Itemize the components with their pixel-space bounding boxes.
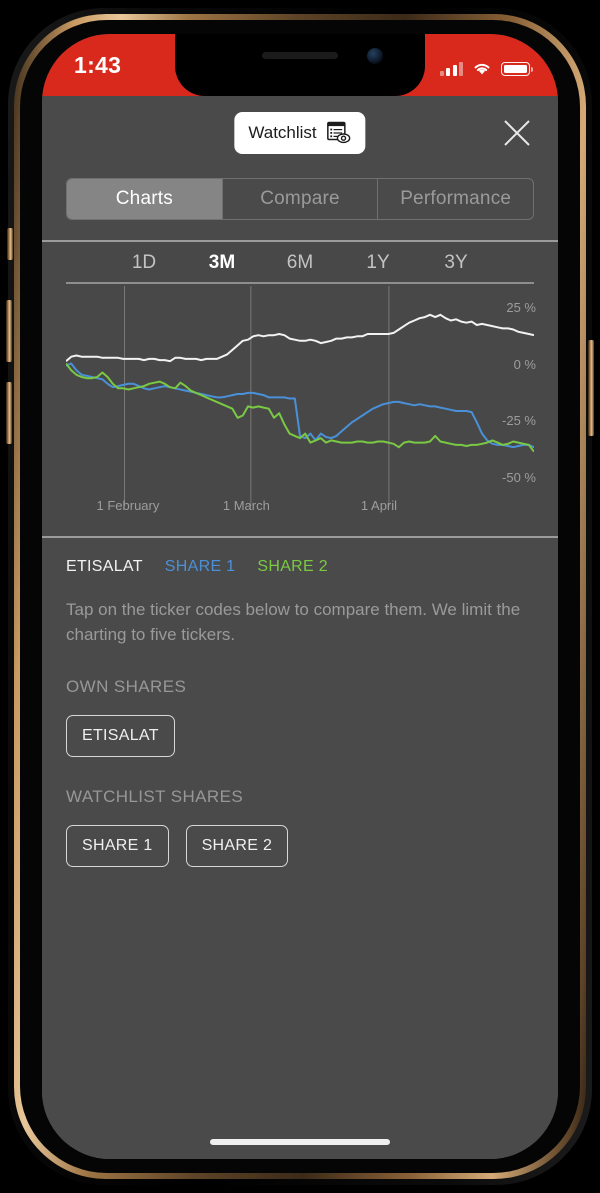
volume-down-button[interactable] bbox=[6, 382, 12, 444]
earpiece-speaker bbox=[262, 52, 338, 59]
app-container: Watchlist Charts Compare Performance 1D … bbox=[42, 96, 558, 1159]
ticker-content: ETISALAT SHARE 1 SHARE 2 Tap on the tick… bbox=[42, 538, 558, 1159]
chip-share-2[interactable]: SHARE 2 bbox=[185, 825, 289, 868]
watchlist-shares-chips[interactable]: SHARE 1 SHARE 2 bbox=[66, 825, 534, 868]
instructions-text: Tap on the ticker codes below to compare… bbox=[66, 600, 521, 644]
range-1y[interactable]: 1Y bbox=[339, 252, 417, 274]
tab-compare[interactable]: Compare bbox=[223, 179, 379, 219]
chart-series-share-2 bbox=[66, 364, 534, 452]
battery-full-icon bbox=[501, 62, 534, 76]
watchlist-shares-title: WATCHLIST SHARES bbox=[66, 787, 244, 807]
x-axis-label-2: 1 April bbox=[360, 498, 398, 513]
range-3y[interactable]: 3Y bbox=[417, 252, 495, 274]
y-axis-label-3: -50 % bbox=[502, 469, 536, 485]
x-axis-label-0: 1 February bbox=[96, 498, 160, 513]
front-camera bbox=[367, 48, 383, 64]
screenshot-stage: 1:43 Watchlist Charts Compare Performanc… bbox=[0, 0, 600, 1193]
chip-etisalat[interactable]: ETISALAT bbox=[66, 715, 175, 758]
tab-performance[interactable]: Performance bbox=[378, 179, 533, 219]
status-clock: 1:43 bbox=[74, 52, 122, 78]
time-range-selector[interactable]: 1D 3M 6M 1Y 3Y bbox=[42, 242, 558, 282]
view-tabs[interactable]: Charts Compare Performance bbox=[66, 178, 534, 220]
x-axis-label-1: 1 March bbox=[222, 498, 270, 513]
app-header: Watchlist bbox=[42, 96, 558, 168]
watchlist-button-label: Watchlist bbox=[248, 123, 317, 142]
range-6m[interactable]: 6M bbox=[261, 252, 339, 274]
chart-plot-area[interactable]: 25 % 0 % -25 % -50 % 1 February 1 March … bbox=[66, 282, 536, 513]
phone-screen: 1:43 Watchlist Charts Compare Performanc… bbox=[42, 34, 558, 1159]
range-3m[interactable]: 3M bbox=[183, 252, 261, 274]
own-shares-chips[interactable]: ETISALAT bbox=[66, 715, 534, 758]
home-indicator[interactable] bbox=[210, 1139, 390, 1145]
legend-item-etisalat[interactable]: ETISALAT bbox=[66, 558, 143, 576]
status-icon-group bbox=[439, 56, 534, 76]
cellular-signal-icon bbox=[439, 62, 463, 76]
chip-share-1[interactable]: SHARE 1 bbox=[66, 825, 169, 868]
y-axis-label-0: 25 % bbox=[506, 300, 536, 316]
mute-switch[interactable] bbox=[7, 228, 13, 260]
device-notch bbox=[175, 34, 425, 96]
tab-charts[interactable]: Charts bbox=[67, 179, 223, 219]
y-axis-label-2: -25 % bbox=[502, 413, 536, 429]
range-1d[interactable]: 1D bbox=[105, 252, 183, 274]
chart-panel: 1D 3M 6M 1Y 3Y 25 % 0 % -25 % -50 % 1 Fe… bbox=[42, 242, 558, 536]
close-icon[interactable] bbox=[502, 118, 532, 148]
wifi-icon bbox=[474, 63, 490, 75]
y-axis-label-1: 0 % bbox=[513, 356, 536, 372]
chart-series-share-1 bbox=[66, 364, 534, 450]
watchlist-button[interactable]: Watchlist bbox=[234, 112, 366, 154]
power-button[interactable] bbox=[588, 340, 594, 436]
own-shares-title: OWN SHARES bbox=[66, 677, 187, 697]
volume-up-button[interactable] bbox=[6, 300, 12, 362]
chart-series-etisalat bbox=[66, 315, 534, 361]
legend-item-share-2[interactable]: SHARE 2 bbox=[257, 558, 328, 576]
legend-item-share-1[interactable]: SHARE 1 bbox=[165, 558, 236, 576]
price-comparison-chart[interactable] bbox=[66, 282, 534, 506]
document-eye-icon bbox=[327, 121, 351, 144]
chart-legend: ETISALAT SHARE 1 SHARE 2 bbox=[66, 558, 534, 576]
